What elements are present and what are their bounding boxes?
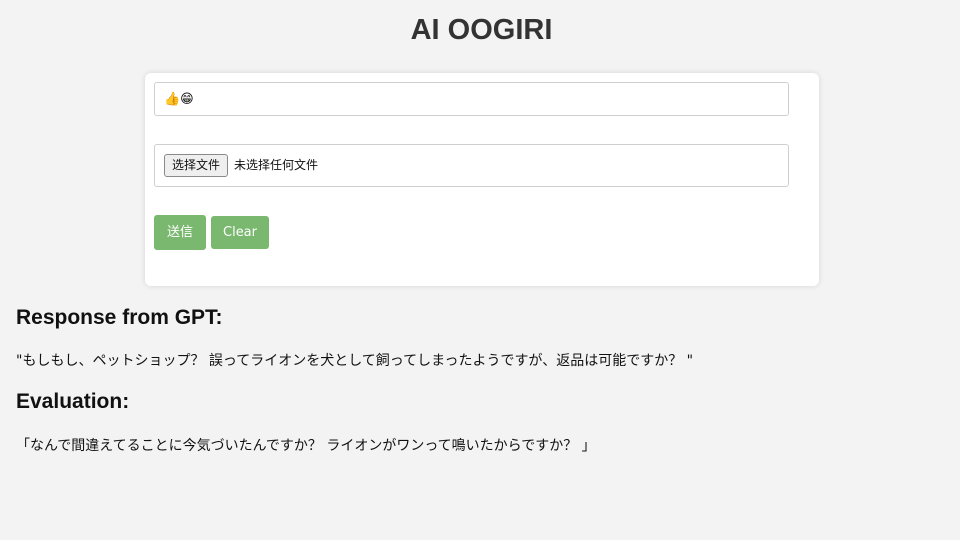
clear-button[interactable]: Clear [211, 216, 269, 249]
prompt-input[interactable] [154, 82, 789, 116]
send-button[interactable]: 送信 [154, 215, 206, 250]
page-title: AI OOGIRI [410, 14, 553, 46]
file-upload-field: 选择文件 未选择任何文件 [154, 144, 789, 187]
file-status-text: 未选择任何文件 [234, 158, 319, 172]
evaluation-heading: Evaluation: [16, 390, 130, 413]
response-heading: Response from GPT: [16, 306, 223, 329]
response-text: "もしもし、ペットショップ？ 誤ってライオンを犬として飼ってしまったようですが、… [16, 353, 694, 369]
evaluation-text: 「なんで間違えてることに今気づいたんですか？ ライオンがワンって鳴いたからですか… [16, 438, 596, 454]
input-card: 选择文件 未选择任何文件 送信 Clear [145, 73, 819, 286]
choose-file-button[interactable]: 选择文件 [164, 154, 229, 177]
